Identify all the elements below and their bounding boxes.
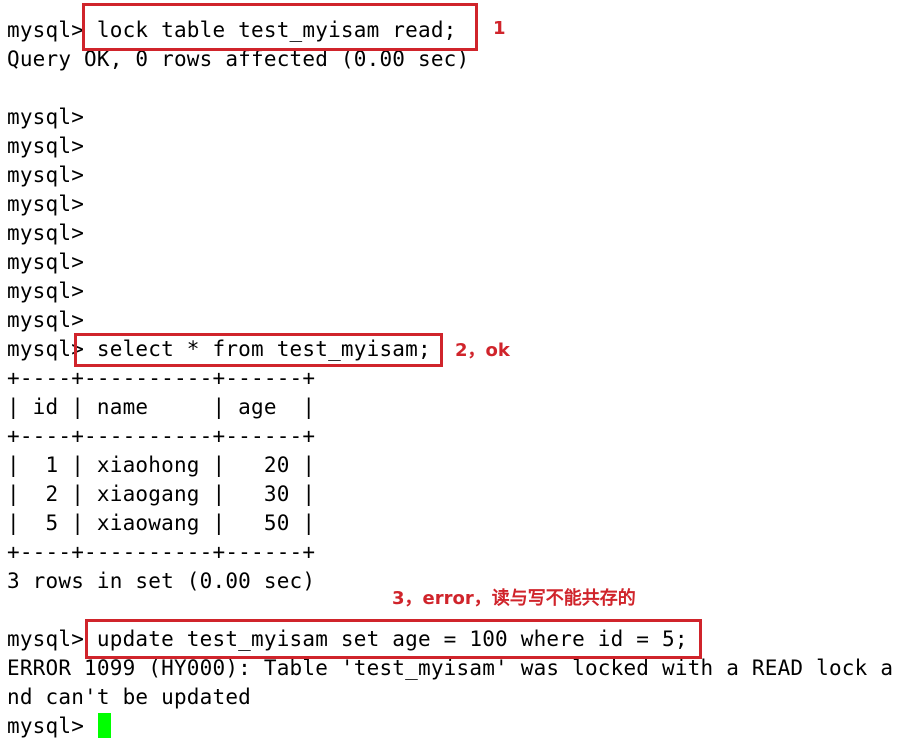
annotation-2: 2，ok: [455, 340, 510, 361]
result-table-row: | 1 | xiaohong | 20 |: [7, 453, 316, 477]
terminal-line-6: mysql>: [7, 163, 85, 187]
terminal-line-20: 3 rows in set (0.00 sec): [7, 569, 316, 593]
terminal-line-7: mysql>: [7, 192, 85, 216]
error-message-line-cont: nd can't be updated: [7, 685, 252, 709]
highlight-box-3: [85, 619, 702, 659]
result-table-row: | 5 | xiaowang | 50 |: [7, 511, 316, 535]
annotation-3: 3，error，读与写不能共存的: [392, 588, 636, 609]
result-table-border-bottom: +----+----------+------+: [7, 540, 316, 564]
result-table-header: | id | name | age |: [7, 395, 316, 419]
terminal-line-11: mysql>: [7, 308, 85, 332]
terminal-line-10: mysql>: [7, 279, 85, 303]
terminal-prompt-line: mysql>: [7, 714, 97, 738]
terminal-line-9: mysql>: [7, 250, 85, 274]
terminal-line-5: mysql>: [7, 134, 85, 158]
highlight-box-2: [74, 333, 443, 367]
terminal-line-8: mysql>: [7, 221, 85, 245]
terminal-line-4: mysql>: [7, 105, 85, 129]
result-table-row: | 2 | xiaogang | 30 |: [7, 482, 316, 506]
result-table-border-top: +----+----------+------+: [7, 366, 316, 390]
terminal-cursor[interactable]: [98, 713, 111, 738]
highlight-box-1: [82, 3, 478, 51]
annotation-1: 1: [493, 18, 506, 39]
result-table-border-mid: +----+----------+------+: [7, 424, 316, 448]
terminal-window[interactable]: mysql> lock table test_myisam read; Quer…: [0, 0, 913, 739]
